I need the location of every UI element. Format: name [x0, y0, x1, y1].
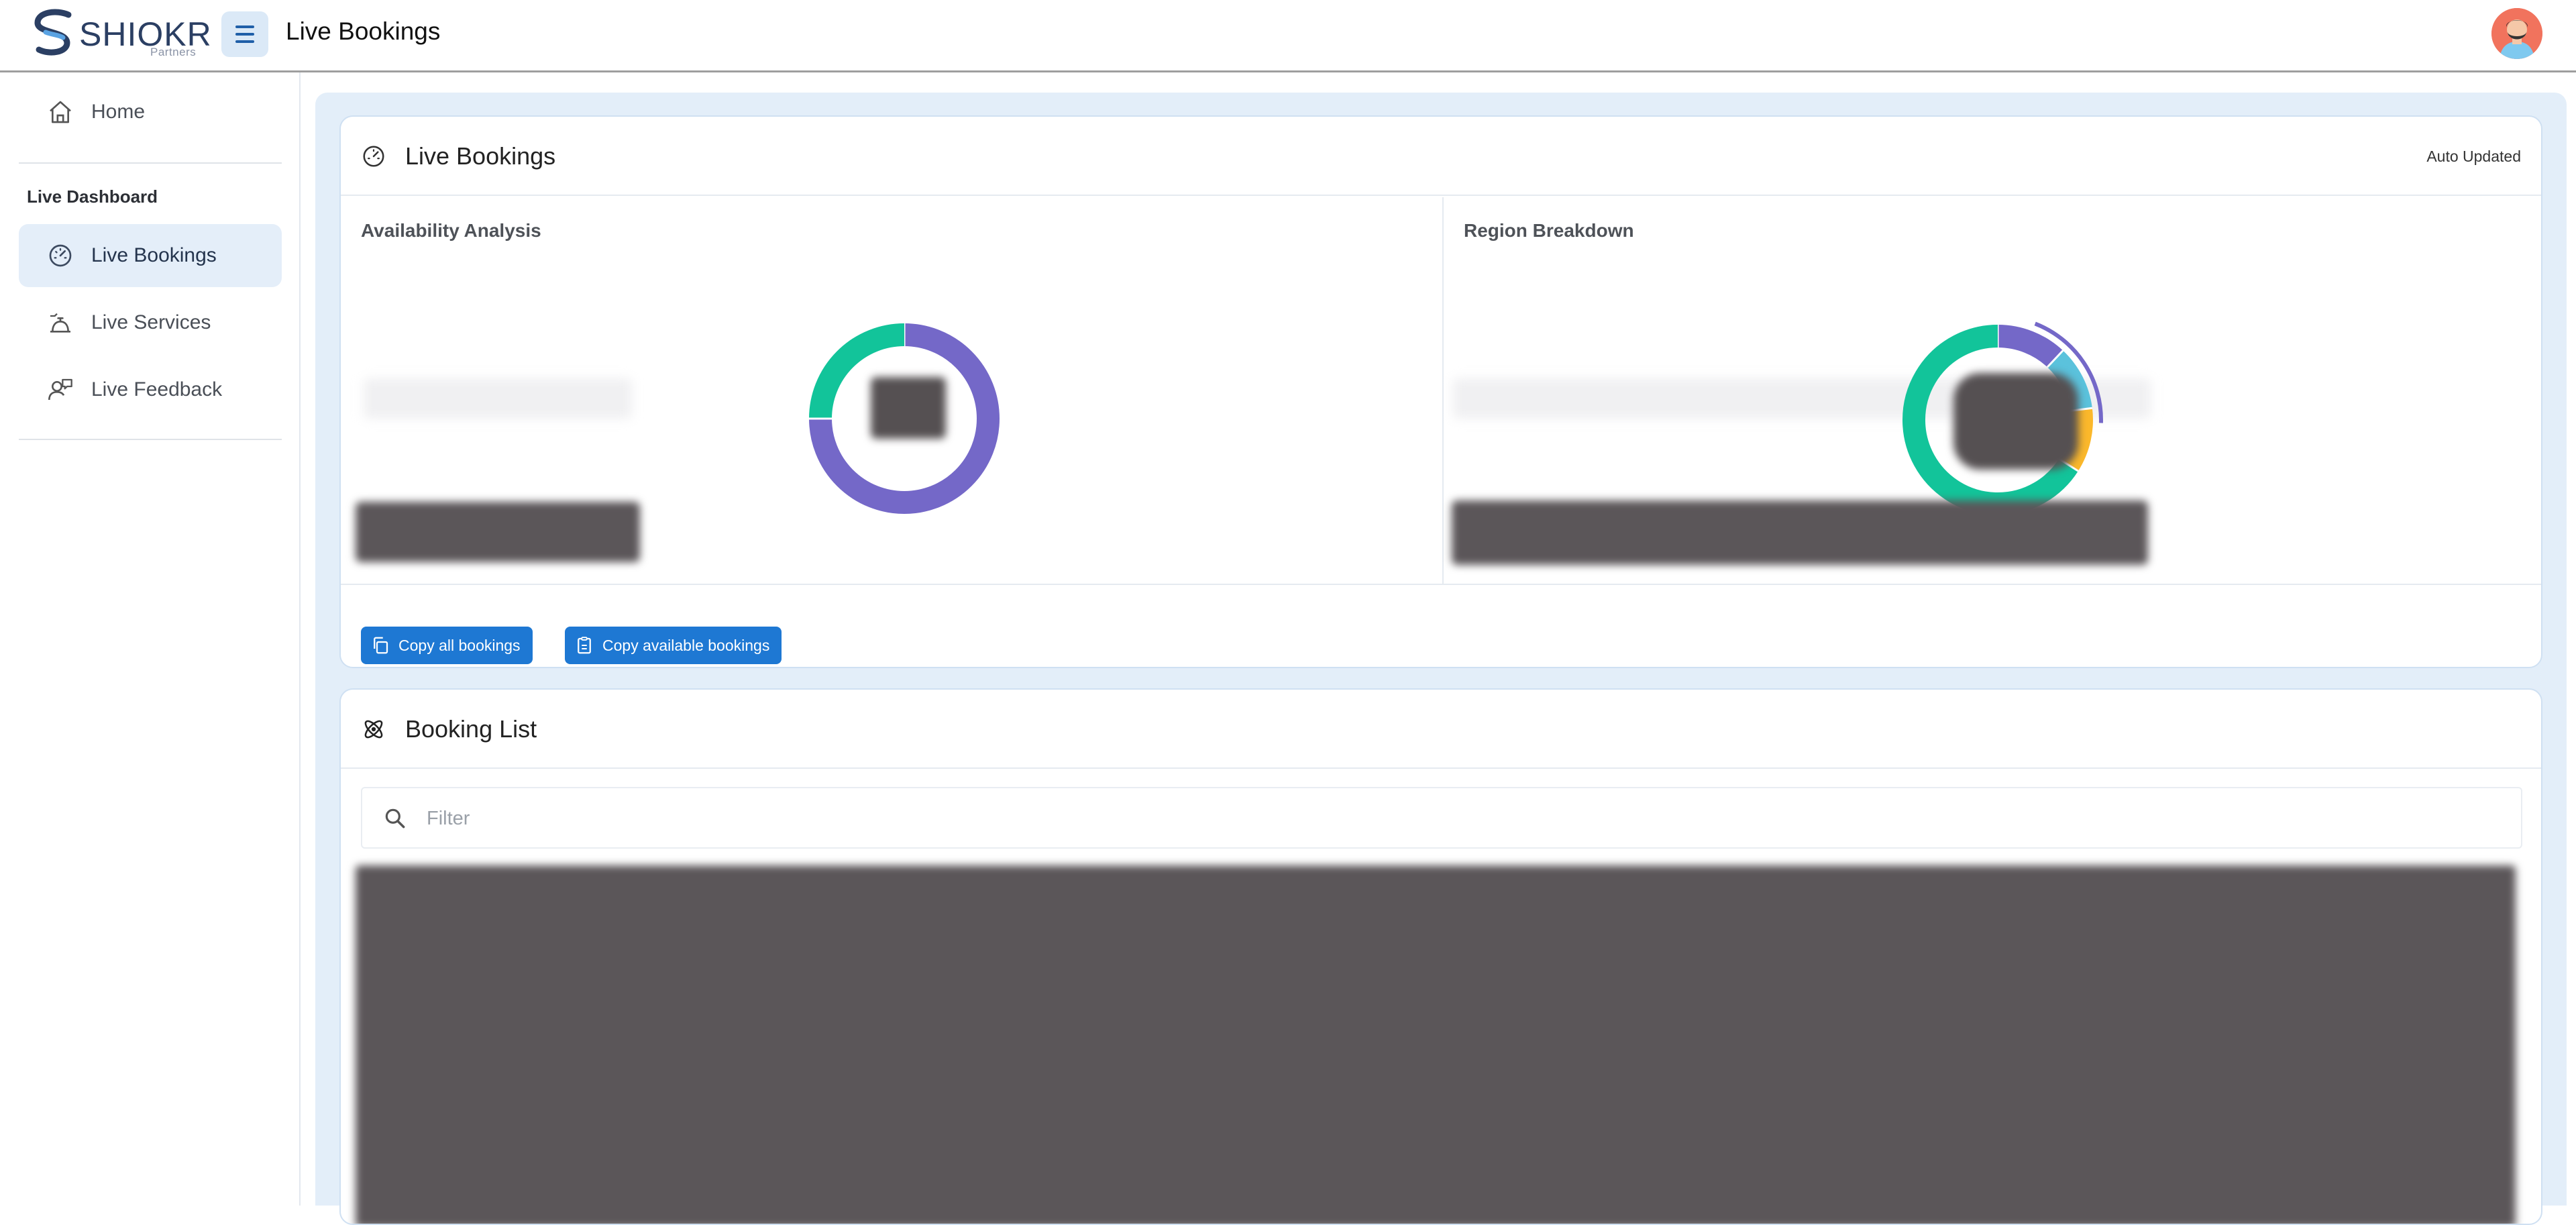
- card-header: Booking List: [341, 690, 2541, 769]
- sidebar-item-label: Live Bookings: [91, 244, 217, 266]
- live-bookings-card: Live Bookings Auto Updated Availability …: [339, 115, 2542, 668]
- sidebar-divider: [19, 162, 282, 164]
- search-icon: [385, 808, 405, 829]
- sidebar-item-label: Live Feedback: [91, 378, 223, 401]
- card-title: Live Bookings: [405, 142, 556, 170]
- avatar-icon: [2491, 8, 2542, 59]
- filter-box: [361, 787, 2522, 849]
- speedometer-icon: [49, 244, 72, 267]
- sidebar-section-heading: Live Dashboard: [27, 187, 158, 207]
- card-header: Live Bookings Auto Updated: [341, 117, 2541, 196]
- home-icon: [50, 101, 71, 123]
- button-label: Copy available bookings: [602, 636, 770, 654]
- logo-mark-icon: [34, 9, 72, 56]
- availability-panel: Availability Analysis: [341, 197, 1442, 585]
- brand-logo[interactable]: SHIOKR Partners: [27, 5, 211, 66]
- hamburger-icon: [235, 25, 254, 28]
- service-bell-icon: [50, 313, 70, 333]
- donut-slice-1[interactable]: [1997, 325, 2063, 368]
- booking-list-card: Booking List: [339, 688, 2542, 1225]
- blurred-center-value: [871, 377, 946, 439]
- actions-divider: [341, 584, 2541, 585]
- panel-title: Region Breakdown: [1464, 220, 1634, 241]
- card-title: Booking List: [405, 715, 537, 743]
- menu-toggle-button[interactable]: [221, 11, 268, 57]
- main-content: Live Bookings Auto Updated Availability …: [315, 93, 2567, 1225]
- sidebar-item-label: Live Services: [91, 311, 211, 333]
- blurred-center-value: [1953, 373, 2078, 470]
- sidebar-item-live-services[interactable]: Live Services: [19, 291, 282, 354]
- page-title: Live Bookings: [286, 17, 441, 45]
- filter-input[interactable]: [427, 802, 2439, 835]
- user-feedback-icon: [48, 378, 72, 401]
- sidebar: Home Live Dashboard Live Bookings Live S…: [0, 72, 301, 1206]
- region-panel: Region Breakdown: [1444, 197, 2541, 585]
- atom-icon: [364, 720, 383, 739]
- sidebar-item-live-bookings[interactable]: Live Bookings: [19, 224, 282, 287]
- top-bar: SHIOKR Partners Live Bookings: [0, 0, 2576, 72]
- blurred-summary: [1452, 500, 2148, 565]
- copy-icon: [374, 637, 388, 654]
- sidebar-item-live-feedback[interactable]: Live Feedback: [19, 358, 282, 421]
- blurred-summary: [356, 502, 640, 562]
- auto-update-status: Auto Updated: [2426, 148, 2521, 165]
- clipboard-icon: [578, 637, 591, 654]
- panel-title: Availability Analysis: [361, 220, 541, 241]
- blurred-legend: [364, 378, 632, 419]
- blurred-booking-table: [356, 865, 2516, 1224]
- brand-subtitle: Partners: [150, 46, 197, 58]
- copy-all-bookings-button[interactable]: Copy all bookings: [361, 627, 533, 664]
- speedometer-icon: [363, 146, 384, 167]
- sidebar-item-home[interactable]: Home: [19, 81, 282, 144]
- sidebar-item-label: Home: [91, 101, 146, 123]
- sidebar-divider: [19, 439, 282, 440]
- button-label: Copy all bookings: [398, 636, 521, 654]
- avatar[interactable]: [2491, 8, 2542, 59]
- copy-available-bookings-button[interactable]: Copy available bookings: [565, 627, 782, 664]
